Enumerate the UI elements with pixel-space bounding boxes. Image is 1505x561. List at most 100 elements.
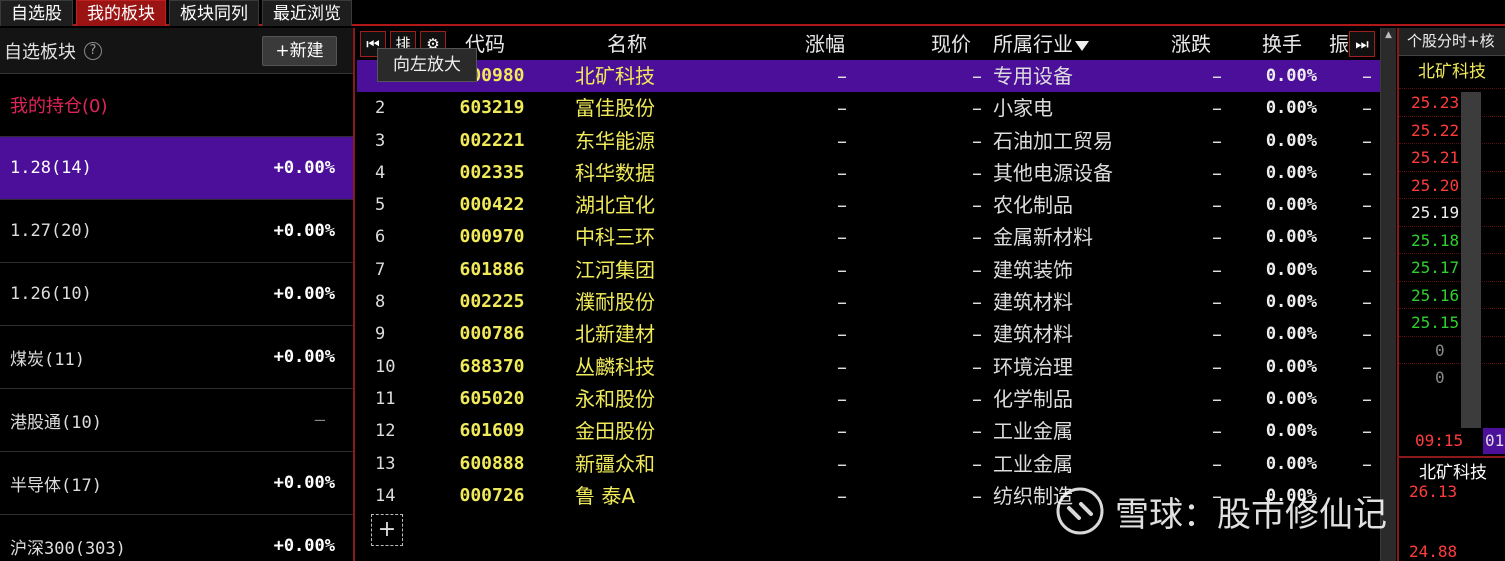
stock-name: 北新建材 [575,322,655,347]
col-diff[interactable]: 涨跌 [1171,28,1211,60]
diff-value: – [1212,64,1222,88]
turnover-value: 0.00% [1265,66,1317,86]
tab-my-sectors[interactable]: 我的板块 [76,0,166,26]
table-row[interactable]: 7 601886 江河集团 – – 建筑装饰 –0.00% – [357,254,1394,286]
vertical-scrollbar[interactable]: ▲ [1380,28,1396,561]
snowball-logo-icon [1056,487,1104,535]
sector-item-label: 煤炭(11) [10,349,85,370]
stock-code: 002225 [459,291,525,313]
stock-code: 000970 [459,226,525,248]
stock-code: 000422 [459,194,525,216]
sector-item-label: 沪深300(303) [10,538,126,559]
sort-down-arrow-icon [1075,40,1089,51]
intraday-volume-bar [1461,92,1481,428]
sector-item-holdings[interactable]: 我的持仓(0) [0,74,353,137]
table-row[interactable]: 5 000422 湖北宜化 – – 农化制品 –0.00% – [357,189,1394,221]
tab-sector-peers[interactable]: 板块同列 [169,0,259,26]
diff-value: – [1212,290,1222,315]
price-level: 25.20 [1399,170,1505,199]
col-industry[interactable]: 所属行业 [993,28,1089,60]
stock-name: 科华数据 [575,160,655,185]
diff-value: – [1212,386,1222,411]
amplitude-value: – [1362,128,1372,153]
stock-name: 湖北宜化 [575,193,655,218]
table-row[interactable]: 1600980北矿科技––专用设备–0.00%– [357,60,1394,93]
col-turnover[interactable]: 换手 [1262,28,1302,60]
price-value: – [972,96,982,121]
change-value: – [837,322,847,347]
top-tab-bar: 自选股 我的板块 板块同列 最近浏览 [0,0,1505,26]
price-value: – [972,64,982,88]
sector-item-pct: +0.00% [273,221,335,241]
diff-value: – [1212,419,1222,444]
diff-value: – [1212,128,1222,153]
price-value: – [972,225,982,250]
scroll-up-icon[interactable]: ▲ [1381,28,1396,42]
table-row[interactable]: 10 688370 丛麟科技 – – 环境治理 –0.00% – [357,351,1394,383]
table-row[interactable]: 6 000970 中科三环 – – 金属新材料 –0.00% – [357,221,1394,253]
change-value: – [837,451,847,476]
stock-name: 金田股份 [575,419,655,444]
sector-item[interactable]: 沪深300(303) +0.00% [0,515,353,561]
sector-list-panel: 自选板块 ? +新建 我的持仓(0) 1.28(14) +0.00% 1.27(… [0,28,355,561]
turnover-value: 0.00% [1265,421,1317,442]
col-change[interactable]: 涨幅 [805,28,845,60]
sector-item[interactable]: 港股通(10) — [0,389,353,452]
table-row[interactable]: 13 600888 新疆众和 – – 工业金属 –0.00% – [357,448,1394,480]
table-row[interactable]: 12 601609 金田股份 – – 工业金属 –0.00% – [357,415,1394,447]
industry-value: 小家电 [993,96,1053,121]
sector-item-label: 半导体(17) [10,475,102,496]
stock-code: 688370 [459,355,525,377]
price-value: – [972,354,982,379]
intraday-tab[interactable]: 个股分时+核 [1399,28,1505,56]
sector-item-selected[interactable]: 1.28(14) +0.00% [0,137,353,200]
row-index: 11 [375,388,396,409]
col-price[interactable]: 现价 [931,28,971,60]
amplitude-value: – [1362,354,1372,379]
watermark-text: 雪球：股市修仙记 [1115,494,1387,535]
col-industry-label: 所属行业 [993,32,1073,56]
table-row[interactable]: 2 603219 富佳股份 – – 小家电 –0.00% – [357,92,1394,124]
sector-item[interactable]: 1.26(10) +0.00% [0,263,353,326]
industry-value: 金属新材料 [993,225,1093,250]
intraday-stock-name: 北矿科技 [1418,62,1486,82]
sector-item[interactable]: 煤炭(11) +0.00% [0,326,353,389]
table-row[interactable]: 11 605020 永和股份 – – 化学制品 –0.00% – [357,383,1394,415]
row-index: 6 [375,227,386,248]
sector-item[interactable]: 1.27(20) +0.00% [0,200,353,263]
amplitude-value: – [1362,386,1372,411]
col-name[interactable]: 名称 [607,28,647,60]
tab-recent[interactable]: 最近浏览 [262,0,352,26]
scroll-right-icon[interactable]: ⏭ [1349,31,1375,57]
row-index: 5 [375,195,386,216]
stock-code: 601609 [459,420,525,442]
stock-name: 丛麟科技 [575,354,655,379]
new-sector-button[interactable]: +新建 [262,35,337,66]
amplitude-value: – [1362,160,1372,185]
sector-item[interactable]: 半导体(17) +0.00% [0,452,353,515]
help-icon[interactable]: ? [84,41,102,60]
table-row[interactable]: 4 002335 科华数据 – – 其他电源设备 –0.00% – [357,157,1394,189]
amplitude-value: – [1362,322,1372,347]
time-next: 01 [1483,428,1505,454]
stock-name: 永和股份 [575,386,655,411]
amplitude-value: – [1362,96,1372,121]
add-stock-button[interactable]: + [371,514,403,546]
table-header: ⏮ 排 ⚙ 代码 名称 涨幅 现价 所属行业 涨跌 换手 振 ⏭ [357,28,1394,60]
stock-code: 600888 [459,452,525,474]
table-row[interactable]: 9 000786 北新建材 – – 建筑材料 –0.00% – [357,318,1394,350]
sector-item-label: 我的持仓(0) [10,96,108,117]
row-index: 3 [375,130,386,151]
stock-code: 000786 [459,323,525,345]
col-amplitude[interactable]: 振 [1329,28,1349,60]
table-row[interactable]: 3 002221 东华能源 – – 石油加工贸易 –0.00% – [357,125,1394,157]
change-value: – [837,225,847,250]
turnover-value: 0.00% [1265,292,1317,313]
tab-watchlist[interactable]: 自选股 [0,0,73,26]
change-value: – [837,354,847,379]
price-value: – [972,128,982,153]
change-value: – [837,257,847,282]
tooltip: 向左放大 [377,48,477,82]
table-row[interactable]: 8 002225 濮耐股份 – – 建筑材料 –0.00% – [357,286,1394,318]
turnover-value: 0.00% [1265,453,1317,474]
